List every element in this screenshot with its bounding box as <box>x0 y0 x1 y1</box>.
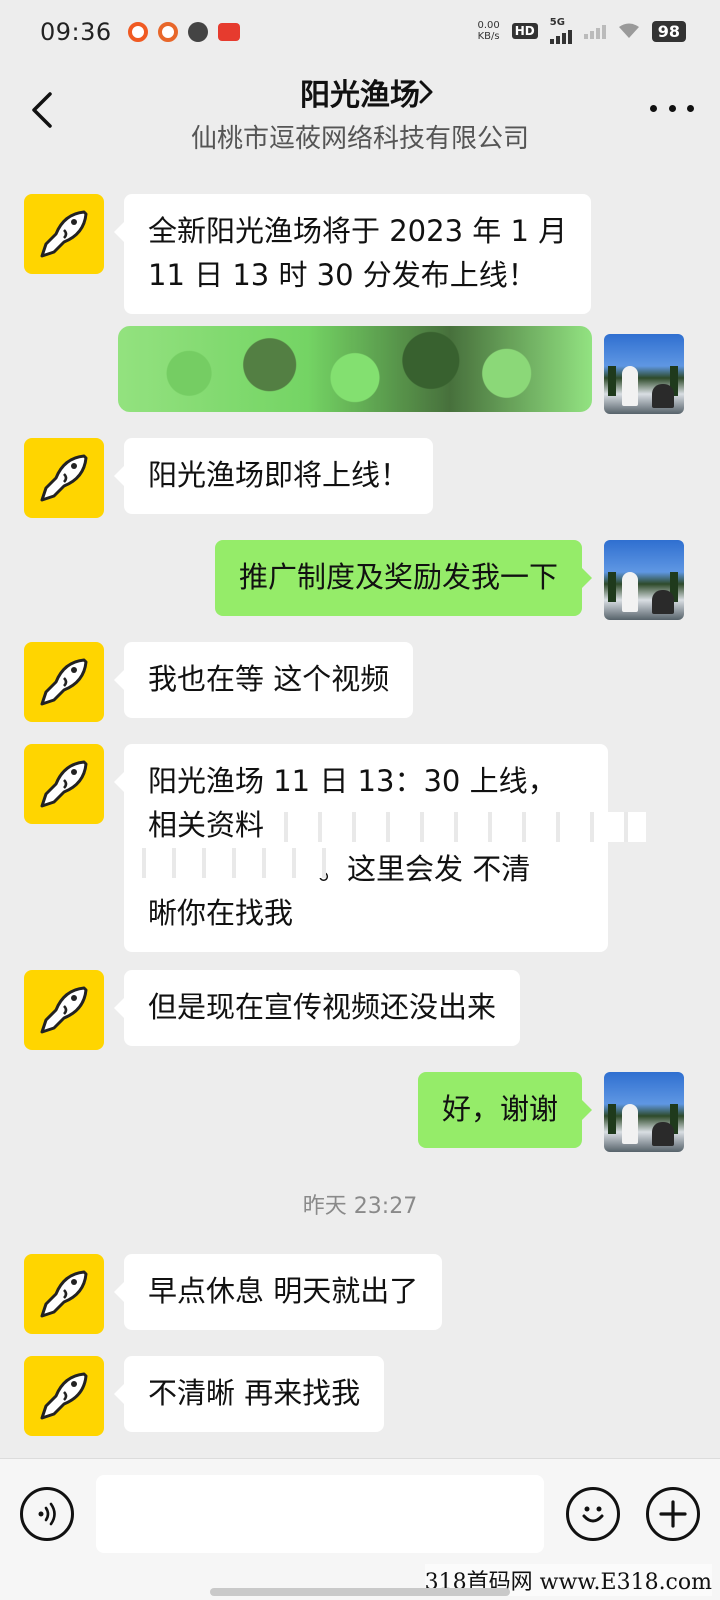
contact-avatar[interactable] <box>24 1254 104 1334</box>
dot-icon <box>668 104 676 112</box>
home-indicator[interactable] <box>210 1588 510 1596</box>
more-functions-button[interactable] <box>646 1487 700 1541</box>
scribble-redaction <box>96 804 652 884</box>
fish-icon <box>40 454 88 502</box>
message-bubble[interactable]: 阳光渔场即将上线！ <box>113 438 434 514</box>
contact-avatar[interactable] <box>24 1356 104 1436</box>
wifi-icon <box>618 23 639 38</box>
message-input[interactable] <box>96 1475 544 1553</box>
battery-icon: 98 <box>651 20 686 42</box>
fish-icon <box>40 760 88 808</box>
fish-icon <box>40 1270 88 1318</box>
dot-icon <box>687 104 694 112</box>
more-options-button[interactable] <box>650 98 694 118</box>
fish-icon <box>40 210 88 258</box>
emoji-button[interactable] <box>566 1487 620 1541</box>
speed-gauge-icon <box>187 22 208 42</box>
signal-5g-icon: 5G <box>549 18 572 44</box>
notification-app-icon <box>157 22 178 42</box>
contact-avatar[interactable] <box>24 744 104 824</box>
voice-input-button[interactable] <box>20 1487 74 1541</box>
dot-icon <box>650 104 657 112</box>
chat-subtitle: 仙桃市逗莜网络科技有限公司 <box>190 124 529 154</box>
message-bubble[interactable]: 全新阳光渔场将于 2023 年 1 月 11 日 13 时 30 分发布上线！ <box>113 194 592 314</box>
user-avatar[interactable] <box>604 334 684 414</box>
voice-icon <box>38 1502 56 1526</box>
notification-app-icon <box>217 23 240 41</box>
contact-avatar[interactable] <box>24 970 104 1050</box>
message-bubble-self[interactable]: 好，谢谢 <box>417 1072 593 1148</box>
signal-icon <box>583 23 606 39</box>
network-speed: 0.00 KB/s <box>477 20 500 42</box>
status-bar: 09:36 0.00 KB/s HD 5G 98 <box>0 0 720 64</box>
timestamp-divider: 昨天 23:27 <box>302 1194 418 1219</box>
user-avatar[interactable] <box>604 1072 684 1152</box>
hd-voice-icon: HD <box>511 23 538 39</box>
notification-app-icon <box>127 22 148 42</box>
message-bubble[interactable]: 不清晰 再来找我 <box>113 1356 385 1432</box>
message-bubble-self[interactable]: 推广制度及奖励发我一下 <box>214 540 593 616</box>
chat-title[interactable]: 阳光渔场 <box>0 70 720 114</box>
message-bubble[interactable]: 早点休息 明天就出了 <box>113 1254 443 1330</box>
contact-avatar[interactable] <box>24 194 104 274</box>
notification-icons <box>127 22 240 42</box>
fish-icon <box>40 1372 88 1420</box>
status-time: 09:36 <box>40 18 112 46</box>
fish-icon <box>40 986 88 1034</box>
user-avatar[interactable] <box>604 540 684 620</box>
contact-avatar[interactable] <box>24 642 104 722</box>
status-indicators: 0.00 KB/s HD 5G 98 <box>477 18 686 44</box>
message-bubble[interactable]: 我也在等 这个视频 <box>113 642 414 718</box>
chevron-right-icon[interactable] <box>416 78 436 106</box>
contact-avatar[interactable] <box>24 438 104 518</box>
chat-header: 阳光渔场 仙桃市逗莜网络科技有限公司 <box>0 64 720 160</box>
redacted-message <box>118 326 592 412</box>
fish-icon <box>40 658 88 706</box>
smiley-icon <box>582 1506 604 1523</box>
chat-input-bar: 318首码网 www.E318.com <box>0 1458 720 1600</box>
message-bubble[interactable]: 但是现在宣传视频还没出来 <box>113 970 521 1046</box>
plus-icon <box>659 1500 687 1528</box>
